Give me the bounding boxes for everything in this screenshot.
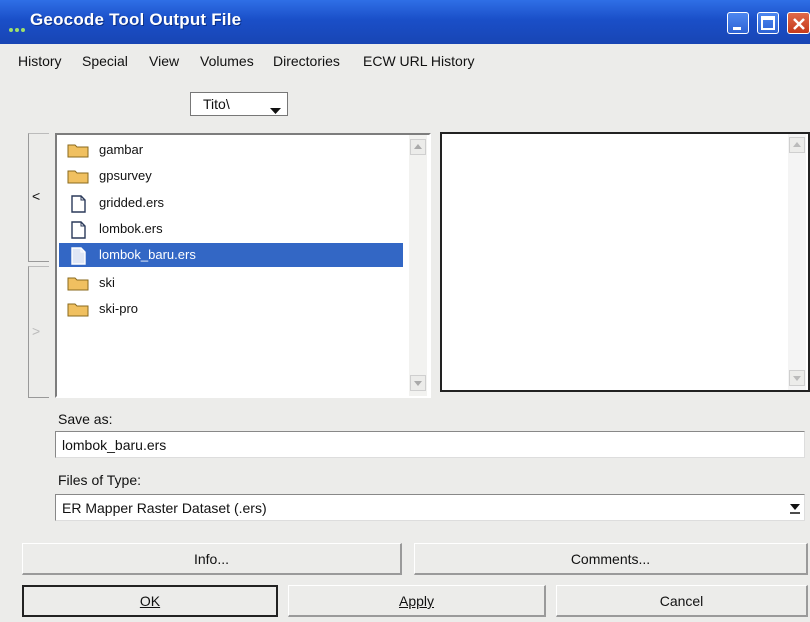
file-name: gpsurvey <box>99 168 152 183</box>
menu-special[interactable]: Special <box>82 53 128 69</box>
preview-pane <box>440 132 810 392</box>
menu-history[interactable]: History <box>18 53 62 69</box>
window-title: Geocode Tool Output File <box>30 10 242 29</box>
cancel-button[interactable]: Cancel <box>556 585 808 617</box>
menu-directories[interactable]: Directories <box>273 53 340 69</box>
close-icon <box>793 18 805 30</box>
file-type-value: ER Mapper Raster Dataset (.ers) <box>62 500 267 516</box>
comments-button[interactable]: Comments... <box>414 543 808 575</box>
chevron-left-icon: < <box>32 188 41 204</box>
list-item[interactable]: gridded.ers <box>59 191 403 215</box>
menu-ecw-url-history[interactable]: ECW URL History <box>363 53 475 69</box>
close-button[interactable] <box>787 12 810 34</box>
nav-back-button[interactable]: < <box>28 133 49 262</box>
scroll-up-icon <box>793 142 801 147</box>
file-name: gridded.ers <box>99 195 165 210</box>
maximize-button[interactable] <box>757 12 779 34</box>
maximize-icon <box>761 16 775 30</box>
app-icon <box>9 20 27 36</box>
file-name: ski-pro <box>99 301 139 316</box>
folder-icon <box>67 275 89 294</box>
cancel-button-label: Cancel <box>659 593 704 609</box>
file-list[interactable]: gambar gpsurvey gridded.ers lombok.ers l… <box>55 133 431 398</box>
scroll-down-icon <box>414 381 422 386</box>
file-list-scrollbar[interactable] <box>409 135 427 396</box>
file-name: lombok_baru.ers <box>99 247 196 262</box>
folder-icon <box>67 301 89 320</box>
comments-button-label: Comments... <box>570 551 651 567</box>
list-item[interactable]: lombok.ers <box>59 217 403 241</box>
ok-button[interactable]: OK <box>22 585 278 617</box>
ok-button-label: OK <box>139 593 161 609</box>
directory-select[interactable]: Tito\ <box>190 92 288 116</box>
scroll-down-button[interactable] <box>789 370 805 386</box>
chevron-down-icon[interactable] <box>270 102 281 118</box>
chevron-down-icon[interactable] <box>788 498 802 519</box>
scroll-up-icon <box>414 144 422 149</box>
info-button-label: Info... <box>193 551 230 567</box>
title-bar[interactable]: Geocode Tool Output File <box>0 0 810 44</box>
nav-forward-button[interactable]: > <box>28 266 49 398</box>
apply-button[interactable]: Apply <box>288 585 546 617</box>
preview-scrollbar[interactable] <box>788 134 806 390</box>
info-button[interactable]: Info... <box>22 543 402 575</box>
folder-icon <box>67 142 89 161</box>
file-type-label: Files of Type: <box>58 472 142 488</box>
file-name: gambar <box>99 142 144 157</box>
file-name: lombok.ers <box>99 221 163 236</box>
save-as-label: Save as: <box>58 411 113 427</box>
list-item[interactable]: ski-pro <box>59 297 403 321</box>
menu-volumes[interactable]: Volumes <box>200 53 254 69</box>
list-item[interactable]: gambar <box>59 138 403 162</box>
minimize-icon <box>733 27 741 30</box>
save-as-value: lombok_baru.ers <box>62 437 167 453</box>
scroll-up-button[interactable] <box>410 139 426 155</box>
folder-icon <box>67 168 89 187</box>
save-as-input[interactable]: lombok_baru.ers <box>55 431 805 458</box>
scroll-up-button[interactable] <box>789 137 805 153</box>
apply-button-label: Apply <box>398 593 435 609</box>
file-name: ski <box>99 275 115 290</box>
file-icon <box>67 195 89 216</box>
scroll-down-button[interactable] <box>410 375 426 391</box>
menu-bar: History Special View Volumes Directories… <box>0 44 810 74</box>
list-item[interactable]: gpsurvey <box>59 164 403 188</box>
file-icon <box>67 221 89 242</box>
scroll-down-icon <box>793 376 801 381</box>
list-item[interactable]: ski <box>59 271 403 295</box>
directory-value: Tito\ <box>203 96 230 112</box>
file-type-select[interactable]: ER Mapper Raster Dataset (.ers) <box>55 494 805 521</box>
chevron-right-icon: > <box>32 323 41 339</box>
list-item-selected[interactable]: lombok_baru.ers <box>59 243 403 267</box>
minimize-button[interactable] <box>727 12 749 34</box>
file-icon <box>67 247 89 268</box>
menu-view[interactable]: View <box>149 53 179 69</box>
